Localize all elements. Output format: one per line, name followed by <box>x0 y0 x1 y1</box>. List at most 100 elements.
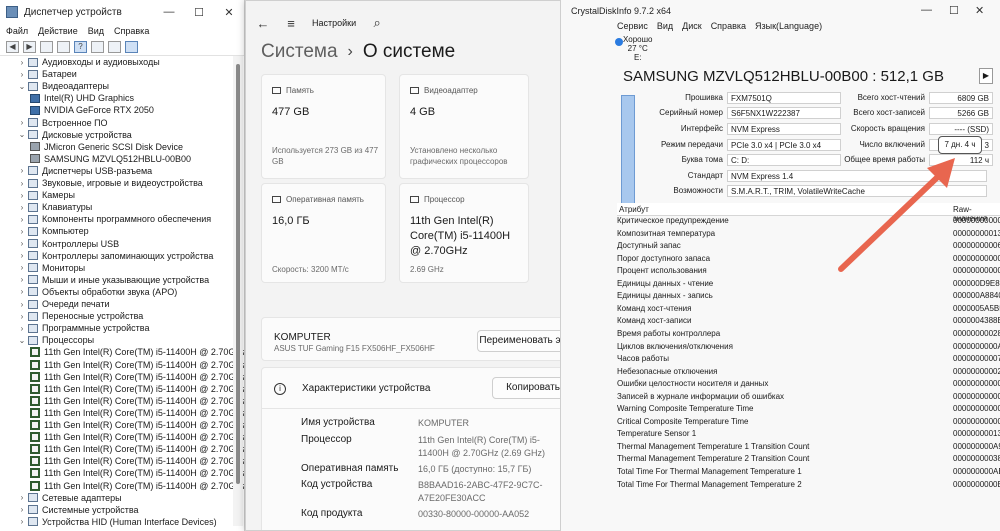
col-attribute[interactable]: Атрибут <box>619 205 649 214</box>
chevron-right-icon[interactable]: › <box>18 70 26 79</box>
device-category[interactable]: › Системные устройства <box>18 504 139 516</box>
cdi-menu-language[interactable]: Язык(Language) <box>755 21 822 31</box>
chevron-right-icon[interactable]: › <box>18 493 26 502</box>
cdi-close-button[interactable]: ✕ <box>975 4 984 17</box>
menu-view[interactable]: Вид <box>88 26 104 36</box>
device-item[interactable]: NVIDIA GeForce RTX 2050 <box>30 104 154 116</box>
hamburger-menu-icon[interactable]: ≡ <box>284 16 298 31</box>
help-icon[interactable]: ? <box>74 40 87 53</box>
ram-card[interactable]: Оперативная память 16,0 ГБ Скорость: 320… <box>261 183 386 283</box>
smart-row[interactable]: Ошибки целостности носителя и данных 0000… <box>617 379 1000 392</box>
properties-icon[interactable] <box>57 40 70 53</box>
menu-file[interactable]: Файл <box>6 26 28 36</box>
chevron-right-icon[interactable]: › <box>18 275 26 284</box>
device-category[interactable]: › Компьютер <box>18 225 89 237</box>
device-item[interactable]: 11th Gen Intel(R) Core(TM) i5-11400H @ 2… <box>30 407 244 419</box>
tree-view-icon[interactable] <box>40 40 53 53</box>
chevron-down-icon[interactable]: ⌄ <box>18 130 26 139</box>
smart-row[interactable]: Temperature Sensor 1 000000000133 <box>617 429 1000 442</box>
cdi-maximize-button[interactable]: ☐ <box>949 4 959 17</box>
device-item[interactable]: 11th Gen Intel(R) Core(TM) i5-11400H @ 2… <box>30 480 244 492</box>
device-category[interactable]: › Устройства HID (Human Interface Devices… <box>18 516 217 528</box>
chevron-right-icon[interactable]: › <box>18 118 26 127</box>
device-category[interactable]: › Звуковые, игровые и видеоустройства <box>18 177 203 189</box>
chevron-right-icon[interactable]: › <box>18 251 26 260</box>
gpu-card[interactable]: Видеоадаптер 4 GB Установлено несколько … <box>399 74 529 179</box>
device-item[interactable]: 11th Gen Intel(R) Core(TM) i5-11400H @ 2… <box>30 395 244 407</box>
device-category[interactable]: › Объекты обработки звука (APO) <box>18 286 178 298</box>
dm-scrollbar[interactable] <box>233 56 243 526</box>
dm-scroll-thumb[interactable] <box>236 64 240 484</box>
device-item[interactable]: 11th Gen Intel(R) Core(TM) i5-11400H @ 2… <box>30 455 244 467</box>
smart-row[interactable]: Циклов включения/отключения 0000000000AB <box>617 342 1000 355</box>
device-item[interactable]: Intel(R) UHD Graphics <box>30 92 134 104</box>
cdi-menu-help[interactable]: Справка <box>711 21 746 31</box>
cpu-card[interactable]: Процессор 11th Gen Intel(R) Core(TM) i5-… <box>399 183 529 283</box>
close-button[interactable]: ✕ <box>214 6 244 19</box>
device-item[interactable]: JMicron Generic SCSI Disk Device <box>30 141 183 153</box>
smart-row[interactable]: Total Time For Thermal Management Temper… <box>617 480 1000 493</box>
device-item[interactable]: 11th Gen Intel(R) Core(TM) i5-11400H @ 2… <box>30 346 244 358</box>
cdi-menu-disk[interactable]: Диск <box>682 21 702 31</box>
device-item[interactable]: SAMSUNG MZVLQ512HBLU-00B00 <box>30 153 191 165</box>
chevron-right-icon[interactable]: › <box>18 505 26 514</box>
chevron-right-icon[interactable]: › <box>18 300 26 309</box>
device-item[interactable]: 11th Gen Intel(R) Core(TM) i5-11400H @ 2… <box>30 359 244 371</box>
device-category[interactable]: › Диспетчеры USB-разъема <box>18 165 153 177</box>
device-category[interactable]: ⌄ Процессоры <box>18 334 94 346</box>
breadcrumb-parent[interactable]: Система <box>261 41 338 63</box>
cdi-menu-service[interactable]: Сервис <box>617 21 648 31</box>
scan-hardware-icon[interactable] <box>125 40 138 53</box>
chevron-right-icon[interactable]: › <box>18 58 26 67</box>
chevron-right-icon[interactable]: › <box>18 179 26 188</box>
next-drive-button[interactable]: ▶ <box>979 68 993 84</box>
back-arrow-icon[interactable]: ← <box>256 16 270 31</box>
menu-action[interactable]: Действие <box>38 26 78 36</box>
device-item[interactable]: 11th Gen Intel(R) Core(TM) i5-11400H @ 2… <box>30 371 244 383</box>
chevron-right-icon[interactable]: › <box>18 312 26 321</box>
device-item[interactable]: 11th Gen Intel(R) Core(TM) i5-11400H @ 2… <box>30 431 244 443</box>
smart-row[interactable]: Часов работы 000000000070 <box>617 354 1000 367</box>
chevron-right-icon[interactable]: › <box>18 287 26 296</box>
device-item[interactable]: 11th Gen Intel(R) Core(TM) i5-11400H @ 2… <box>30 383 244 395</box>
minimize-button[interactable]: — <box>154 6 184 19</box>
device-category[interactable]: › Батареи <box>18 68 77 80</box>
device-item[interactable]: 11th Gen Intel(R) Core(TM) i5-11400H @ 2… <box>30 443 244 455</box>
device-item[interactable]: 11th Gen Intel(R) Core(TM) i5-11400H @ 2… <box>30 467 244 479</box>
chevron-right-icon[interactable]: › <box>18 191 26 200</box>
smart-row[interactable]: Записей в журнале информации об ошибках 0… <box>617 392 1000 405</box>
chevron-right-icon[interactable]: › <box>18 203 26 212</box>
health-status-icon[interactable] <box>615 38 623 46</box>
chevron-right-icon[interactable]: › <box>18 239 26 248</box>
forward-icon[interactable]: ▶ <box>23 40 36 53</box>
drive-tab[interactable]: Хорошо 27 °C E: <box>623 35 652 62</box>
smart-row[interactable]: Critical Composite Temperature Time 00000… <box>617 417 1000 430</box>
chevron-right-icon[interactable]: › <box>18 263 26 272</box>
device-category[interactable]: ⌄ Дисковые устройства <box>18 129 132 141</box>
smart-row[interactable]: Единицы данных - чтение 000000D9E819 <box>617 279 1000 292</box>
cdi-minimize-button[interactable]: — <box>921 4 932 16</box>
back-icon[interactable]: ◀ <box>6 40 19 53</box>
storage-card[interactable]: Память 477 GB Используется 273 GB из 477… <box>261 74 386 179</box>
menu-help[interactable]: Справка <box>114 26 149 36</box>
smart-row[interactable]: Единицы данных - запись 000000A88405 <box>617 291 1000 304</box>
chevron-right-icon[interactable]: › <box>18 324 26 333</box>
device-category[interactable]: › Камеры <box>18 189 75 201</box>
device-category[interactable]: › Контроллеры USB <box>18 238 120 250</box>
device-item[interactable]: 11th Gen Intel(R) Core(TM) i5-11400H @ 2… <box>30 419 244 431</box>
chevron-right-icon[interactable]: › <box>18 227 26 236</box>
smart-row[interactable]: Команд хост-записи 0000004388B5C <box>617 316 1000 329</box>
device-category[interactable]: › Переносные устройства <box>18 310 144 322</box>
chevron-right-icon[interactable]: › <box>18 517 26 526</box>
device-category[interactable]: › Очереди печати <box>18 298 110 310</box>
device-category[interactable]: › Мыши и иные указывающие устройства <box>18 274 209 286</box>
smart-row[interactable]: Небезопасные отключения 000000000024 <box>617 367 1000 380</box>
chevron-right-icon[interactable]: › <box>18 215 26 224</box>
cdi-menu-view[interactable]: Вид <box>657 21 673 31</box>
device-category[interactable]: › Мониторы <box>18 262 85 274</box>
device-category[interactable]: › Клавиатуры <box>18 201 93 213</box>
device-category[interactable]: › Контроллеры запоминающих устройства <box>18 250 214 262</box>
driver-icon[interactable] <box>91 40 104 53</box>
chevron-down-icon[interactable]: ⌄ <box>18 82 26 91</box>
device-category[interactable]: › Программные устройства <box>18 322 150 334</box>
